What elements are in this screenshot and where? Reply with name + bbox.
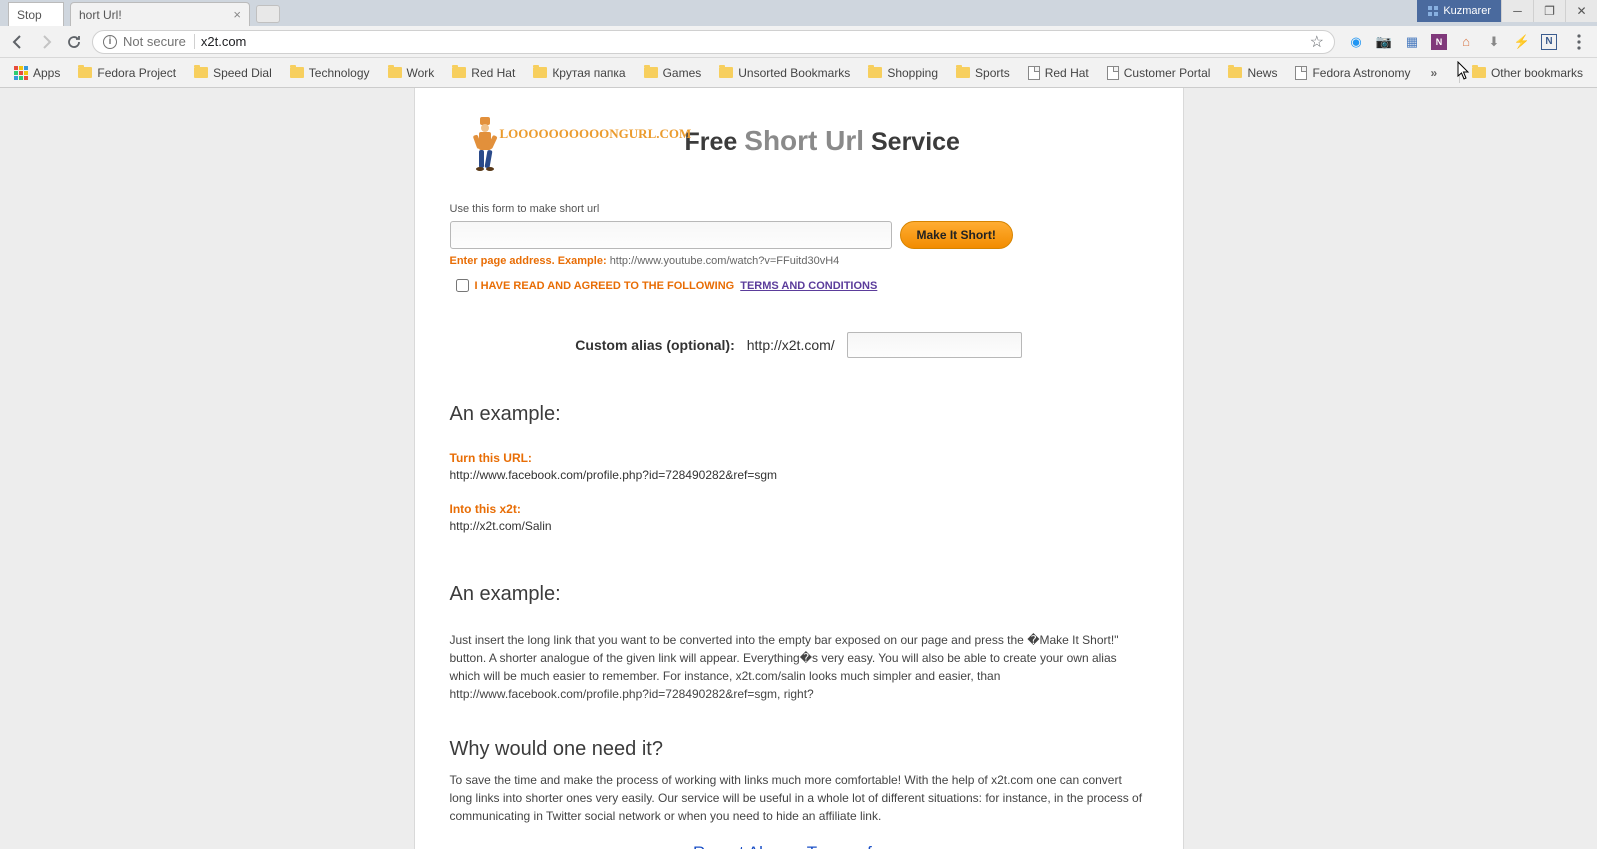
terms-of-use-link[interactable]: Terms of use — [807, 843, 904, 849]
alias-label: Custom alias (optional): — [575, 337, 734, 353]
make-short-button[interactable]: Make It Short! — [900, 221, 1013, 249]
into-value: http://x2t.com/Salin — [450, 519, 1148, 533]
ext-icon-3[interactable]: ▦ — [1403, 33, 1421, 51]
folder-icon — [78, 67, 92, 78]
example-heading-2: An example: — [450, 583, 1148, 606]
bookmark-overflow-button[interactable]: » — [1423, 66, 1446, 80]
security-status: Not secure — [123, 34, 195, 49]
os-user-name: Kuzmarer — [1443, 5, 1491, 17]
new-tab-button[interactable] — [256, 5, 280, 23]
tab-strip: Stop hort Url! × — [0, 0, 1597, 26]
bookmark-bar: Apps Fedora Project Speed Dial Technolog… — [0, 58, 1597, 88]
why-paragraph: To save the time and make the process of… — [450, 771, 1148, 825]
bm-ru-folder[interactable]: Крутая папка — [527, 63, 631, 83]
example-paragraph: Just insert the long link that you want … — [450, 631, 1148, 703]
folder-icon — [868, 67, 882, 78]
apps-icon — [14, 66, 28, 80]
ext-icon-8[interactable]: N — [1541, 34, 1557, 50]
example-heading-1: An example: — [450, 403, 1148, 426]
tab-stop-label: Stop — [17, 8, 42, 22]
bm-games[interactable]: Games — [638, 63, 708, 83]
form-hint: Use this form to make short url — [450, 203, 1148, 215]
bm-red-hat-2[interactable]: Red Hat — [1022, 63, 1095, 83]
logo-text: LOOOOOOOOOONGURL.COM — [500, 126, 692, 142]
ext-icon-camera[interactable]: 📷 — [1375, 33, 1393, 51]
folder-icon — [644, 67, 658, 78]
why-heading: Why would one need it? — [450, 738, 1148, 761]
ext-icon-onenote[interactable]: N — [1431, 34, 1447, 50]
extension-icons: ◉ 📷 ▦ N ⌂ ⬇ ⚡ N — [1343, 33, 1561, 51]
folder-icon — [1472, 67, 1486, 78]
enter-example-line: Enter page address. Example: http://www.… — [450, 255, 1148, 267]
file-icon — [1107, 66, 1119, 80]
folder-icon — [1228, 67, 1242, 78]
bm-sports[interactable]: Sports — [950, 63, 1016, 83]
bm-fedora-astronomy[interactable]: Fedora Astronomy — [1289, 63, 1416, 83]
window-close-button[interactable]: ✕ — [1565, 0, 1597, 22]
ext-icon-home[interactable]: ⌂ — [1457, 33, 1475, 51]
alias-prefix: http://x2t.com/ — [747, 337, 835, 353]
bm-customer-portal[interactable]: Customer Portal — [1101, 63, 1217, 83]
tab-close-icon[interactable]: × — [233, 7, 241, 22]
bm-work[interactable]: Work — [382, 63, 441, 83]
bm-technology[interactable]: Technology — [284, 63, 376, 83]
bm-news[interactable]: News — [1222, 63, 1283, 83]
chrome-menu-button[interactable] — [1569, 32, 1589, 52]
url-text: x2t.com — [201, 34, 247, 49]
toolbar: i Not secure x2t.com ☆ ◉ 📷 ▦ N ⌂ ⬇ ⚡ N — [0, 26, 1597, 58]
into-label: Into this x2t: — [450, 502, 1148, 516]
alias-input[interactable] — [847, 332, 1022, 358]
bm-red-hat[interactable]: Red Hat — [446, 63, 521, 83]
folder-icon — [533, 67, 547, 78]
bm-unsorted[interactable]: Unsorted Bookmarks — [713, 63, 856, 83]
url-input[interactable] — [450, 221, 892, 249]
back-button[interactable] — [8, 32, 28, 52]
turn-value: http://www.facebook.com/profile.php?id=7… — [450, 468, 1148, 482]
file-icon — [1295, 66, 1307, 80]
reload-button[interactable] — [64, 32, 84, 52]
info-icon[interactable]: i — [103, 35, 117, 49]
file-icon — [1028, 66, 1040, 80]
ext-icon-7[interactable]: ⚡ — [1513, 33, 1531, 51]
forward-button[interactable] — [36, 32, 56, 52]
tab-stop[interactable]: Stop — [8, 2, 64, 26]
bm-fedora-project[interactable]: Fedora Project — [72, 63, 182, 83]
folder-icon — [388, 67, 402, 78]
address-bar[interactable]: i Not secure x2t.com ☆ — [92, 30, 1335, 54]
turn-label: Turn this URL: — [450, 451, 1148, 465]
agree-checkbox[interactable] — [456, 279, 469, 292]
report-abuse-link[interactable]: Report Abuse — [693, 843, 796, 849]
folder-icon — [719, 67, 733, 78]
terms-link[interactable]: TERMS AND CONDITIONS — [740, 280, 877, 292]
bm-speed-dial[interactable]: Speed Dial — [188, 63, 278, 83]
page-viewport: LOOOOOOOOOONGURL.COM Free Short Url Serv… — [0, 88, 1597, 849]
folder-icon — [956, 67, 970, 78]
site-logo: LOOOOOOOOOONGURL.COM — [450, 108, 615, 173]
tab-title: hort Url! — [79, 8, 122, 22]
apps-label: Apps — [33, 66, 60, 80]
ext-icon-download[interactable]: ⬇ — [1485, 33, 1503, 51]
apps-button[interactable]: Apps — [8, 63, 66, 83]
bm-shopping[interactable]: Shopping — [862, 63, 944, 83]
footer-links: Report Abuse Terms of use — [450, 835, 1148, 849]
folder-icon — [452, 67, 466, 78]
window-maximize-button[interactable]: ❐ — [1533, 0, 1565, 22]
agree-text: I HAVE READ AND AGREED TO THE FOLLOWING — [475, 280, 735, 292]
window-minimize-button[interactable]: ─ — [1501, 0, 1533, 22]
ext-icon-1[interactable]: ◉ — [1347, 33, 1365, 51]
os-user-badge: Kuzmarer — [1417, 0, 1501, 22]
page-content: LOOOOOOOOOONGURL.COM Free Short Url Serv… — [414, 88, 1184, 849]
page-headline: Free Short Url Service — [685, 125, 960, 157]
tab-active[interactable]: hort Url! × — [70, 2, 250, 26]
bookmark-star-icon[interactable]: ☆ — [1310, 32, 1324, 52]
folder-icon — [290, 67, 304, 78]
logo-man-icon — [460, 115, 508, 173]
other-bookmarks-button[interactable]: Other bookmarks — [1466, 63, 1589, 83]
folder-icon — [194, 67, 208, 78]
